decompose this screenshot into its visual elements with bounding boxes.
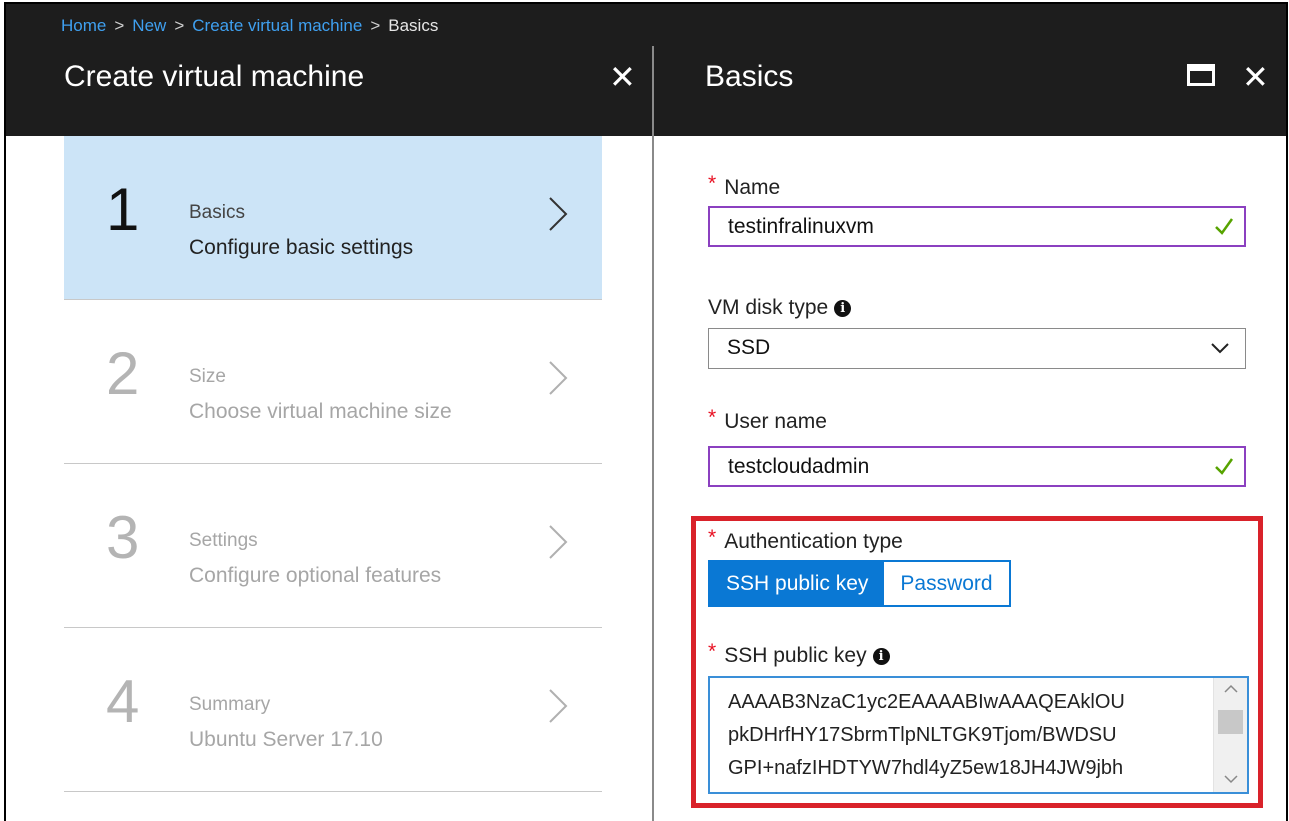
- step-number: 1: [106, 176, 140, 243]
- checkmark-icon: [1215, 458, 1234, 475]
- info-icon[interactable]: i: [834, 300, 852, 317]
- step-description: Configure optional features: [189, 564, 442, 587]
- ssh-key-text: AAAAB3NzaC1yc2EAAAABIwAAAQEAklOU pkDHrfH…: [728, 686, 1208, 785]
- ssh-key-line: pkDHrfHY17SbrmTlpNLTGK9Tjom/BWDSU: [728, 724, 1117, 746]
- step-title: Basics: [189, 202, 245, 223]
- chevron-down-icon: [1211, 343, 1229, 354]
- ssh-key-label-text: SSH public key: [724, 644, 867, 667]
- create-vm-blade-title: Create virtual machine: [64, 60, 365, 93]
- step-number: 2: [106, 340, 140, 407]
- ssh-key-label: * SSH public key i: [708, 640, 890, 668]
- ssh-key-option[interactable]: SSH public key: [710, 562, 885, 605]
- disk-type-label-text: VM disk type: [708, 296, 829, 319]
- close-icon[interactable]: ✕: [609, 58, 636, 96]
- chevron-right-icon: [549, 361, 568, 395]
- create-vm-blade: 1 Basics Configure basic settings 2 Size…: [6, 136, 652, 821]
- required-marker: *: [708, 640, 717, 663]
- chevron-right-icon: [549, 525, 568, 559]
- basics-blade-title: Basics: [705, 60, 794, 93]
- user-name-label: * User name: [708, 406, 827, 434]
- user-name-label-text: User name: [724, 410, 827, 433]
- step-number: 3: [106, 504, 140, 571]
- breadcrumb-home[interactable]: Home: [61, 16, 106, 35]
- step-summary[interactable]: 4 Summary Ubuntu Server 17.10: [64, 628, 602, 792]
- required-marker: *: [708, 526, 717, 549]
- name-field-value: testinfralinuxvm: [728, 215, 874, 238]
- chevron-right-icon: [549, 689, 568, 723]
- blade-header-bar: Home > New > Create virtual machine > Basics C…: [6, 4, 1286, 136]
- ssh-key-line: GPI+nafzIHDTYW7hdl4yZ5ew18JH4JW9jbh: [728, 757, 1124, 779]
- name-field[interactable]: testinfralinuxvm: [708, 206, 1246, 247]
- close-icon[interactable]: ✕: [1242, 58, 1269, 96]
- chevron-down-icon[interactable]: [1223, 772, 1239, 786]
- step-description: Ubuntu Server 17.10: [189, 728, 383, 751]
- maximize-icon[interactable]: [1187, 64, 1215, 86]
- disk-type-label: VM disk type i: [708, 296, 852, 320]
- step-description: Configure basic settings: [189, 236, 414, 259]
- disk-type-value: SSD: [727, 336, 771, 359]
- breadcrumb-separator: >: [370, 16, 381, 35]
- auth-type-label-text: Authentication type: [724, 530, 903, 553]
- step-title: Size: [189, 366, 226, 387]
- info-icon[interactable]: i: [872, 648, 890, 665]
- auth-type-toggle: SSH public key Password: [708, 560, 1011, 607]
- breadcrumb-current: Basics: [388, 16, 439, 35]
- scroll-thumb[interactable]: [1218, 710, 1243, 734]
- step-title: Settings: [189, 530, 258, 551]
- chevron-right-icon: [549, 197, 568, 231]
- name-label: * Name: [708, 172, 781, 200]
- breadcrumb-new[interactable]: New: [132, 16, 166, 35]
- chevron-up-icon[interactable]: [1223, 682, 1239, 696]
- ssh-key-textarea[interactable]: AAAAB3NzaC1yc2EAAAABIwAAAQEAklOU pkDHrfH…: [708, 676, 1249, 794]
- step-title: Summary: [189, 694, 271, 715]
- breadcrumb: Home > New > Create virtual machine > Basics: [61, 16, 438, 36]
- ssh-key-line: AAAAB3NzaC1yc2EAAAABIwAAAQEAklOU: [728, 691, 1125, 713]
- step-basics[interactable]: 1 Basics Configure basic settings: [64, 136, 602, 300]
- name-label-text: Name: [724, 176, 781, 199]
- user-name-field[interactable]: testcloudadmin: [708, 446, 1246, 487]
- breadcrumb-separator: >: [114, 16, 125, 35]
- step-description: Choose virtual machine size: [189, 400, 452, 423]
- step-size[interactable]: 2 Size Choose virtual machine size: [64, 300, 602, 464]
- step-settings[interactable]: 3 Settings Configure optional features: [64, 464, 602, 628]
- step-number: 4: [106, 668, 140, 735]
- disk-type-dropdown[interactable]: SSD: [708, 328, 1246, 369]
- breadcrumb-separator: >: [174, 16, 185, 35]
- portal-window: Home > New > Create virtual machine > Basics C…: [4, 2, 1288, 821]
- required-marker: *: [708, 172, 717, 195]
- checkmark-icon: [1215, 218, 1234, 235]
- auth-type-label: * Authentication type: [708, 526, 903, 554]
- user-name-value: testcloudadmin: [728, 455, 870, 478]
- required-marker: *: [708, 406, 717, 429]
- basics-blade: * Name testinfralinuxvm VM disk type i SSD…: [654, 136, 1286, 821]
- textarea-scrollbar[interactable]: [1213, 678, 1247, 792]
- password-option[interactable]: Password: [884, 562, 1009, 605]
- breadcrumb-create-vm[interactable]: Create virtual machine: [192, 16, 362, 35]
